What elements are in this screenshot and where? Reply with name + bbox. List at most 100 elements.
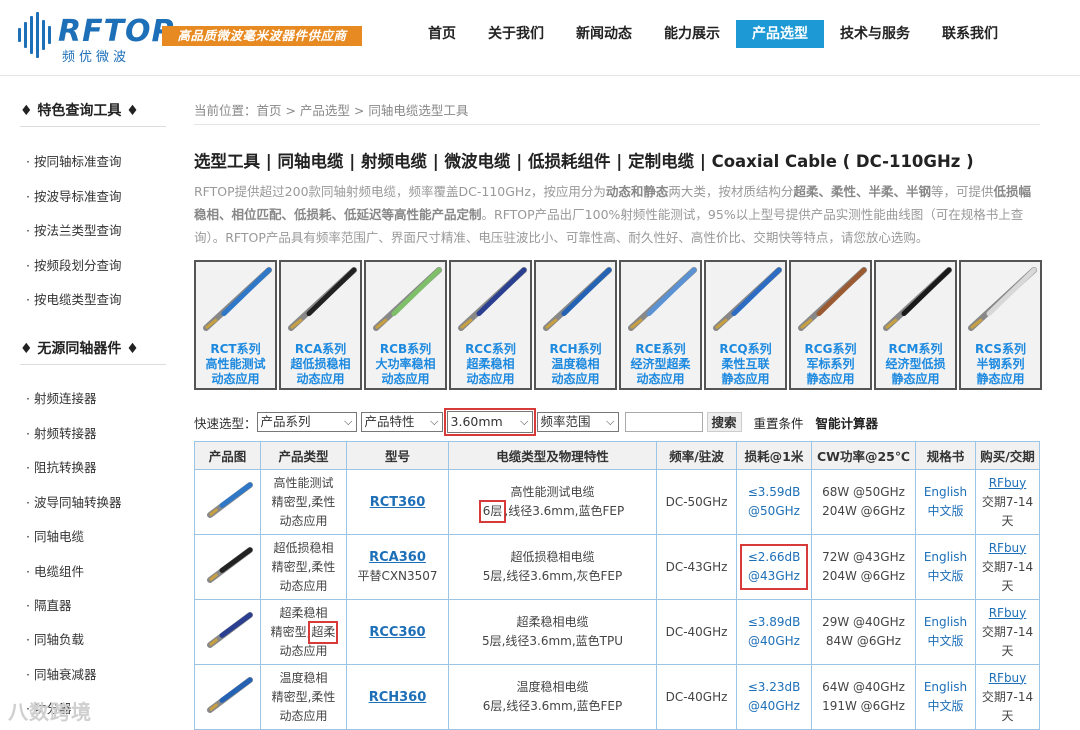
datasheet-english-link[interactable]: English [916, 483, 975, 502]
datasheet-chinese-link[interactable]: 中文版 [916, 567, 975, 586]
freq-cell: DC-40GHz [656, 664, 737, 730]
product-image-cell[interactable] [194, 664, 261, 730]
cable-desc-cell: 超低损稳相电缆 5层,线径3.6mm,灰色FEP [448, 534, 657, 600]
intro-paragraph: RFTOP提供超过200款同轴射频电缆，频率覆盖DC-110GHz，按应用分为动… [194, 184, 1031, 245]
sidebar-item-coax-cable[interactable]: · 同轴电缆 [26, 526, 84, 545]
sidebar-item-coax-attenuator[interactable]: · 同轴衰减器 [26, 664, 96, 683]
series-card[interactable]: RCG系列 军标系列 静态应用 [789, 260, 872, 390]
series-card[interactable]: RCM系列 经济型低损 静态应用 [874, 260, 957, 390]
datasheet-chinese-link[interactable]: 中文版 [916, 632, 975, 651]
chevron-down-icon: ⌵ [430, 415, 439, 428]
diameter-select[interactable]: 3.60mm ⌵ [443, 408, 536, 436]
datasheet-english-link[interactable]: English [916, 678, 975, 697]
series-card[interactable]: RCQ系列 柔性互联 静态应用 [704, 260, 787, 390]
sidebar-item-frequency-band[interactable]: · 按频段划分查询 [26, 255, 121, 274]
sidebar-item-rf-adapter[interactable]: · 射频转接器 [26, 423, 96, 442]
datasheet-english-link[interactable]: English [916, 548, 975, 567]
cable-desc-cell: 高性能测试电缆 6层 ,线径3.6mm,蓝色FEP [448, 469, 657, 535]
nav-about[interactable]: 关于我们 [472, 20, 560, 48]
calculator-link[interactable]: 智能计算器 [816, 413, 879, 432]
card-label: RCM系列 经济型低损 静态应用 [876, 342, 955, 387]
cable-thumbnail [206, 677, 253, 713]
series-card[interactable]: RCT系列 高性能测试 动态应用 [194, 260, 277, 390]
model-link[interactable]: RCC360 [369, 625, 425, 640]
card-application: 动态应用 [551, 372, 600, 386]
series-select[interactable]: 产品系列 ⌵ [256, 412, 357, 432]
cable-table: 产品图 产品类型 型号 电缆类型及物理特性 频率/驻波 损耗@1米 CW功率@2… [194, 441, 1040, 730]
search-input[interactable] [624, 412, 703, 432]
buy-cell: RFbuy 交期7-14 天 [975, 599, 1040, 665]
sidebar-item-cable-type[interactable]: · 按电缆类型查询 [26, 289, 121, 308]
power-cell: 29W @40GHz 84W @6GHz [811, 599, 916, 665]
sidebar-item-dc-block[interactable]: · 隔直器 [26, 595, 71, 614]
series-card[interactable]: RCH系列 温度稳相 动态应用 [534, 260, 617, 390]
card-application: 静态应用 [721, 372, 770, 386]
datasheet-english-link[interactable]: English [916, 613, 975, 632]
frequency-select[interactable]: 频率范围 ⌵ [536, 412, 619, 432]
rfbuy-link[interactable]: RFbuy [989, 671, 1027, 685]
feature-select[interactable]: 产品特性 ⌵ [360, 412, 443, 432]
card-series: RCG系列 [804, 342, 857, 356]
highlight-box: ≤2.66dB @43GHz [739, 544, 809, 590]
series-card[interactable]: RCS系列 半钢系列 静态应用 [959, 260, 1042, 390]
loss-cell: ≤3.59dB @50GHz [736, 469, 812, 535]
nav-contact[interactable]: 联系我们 [926, 20, 1014, 48]
cable-thumbnail [206, 612, 253, 648]
col-header: 型号 [346, 441, 449, 470]
card-series: RCT系列 [210, 342, 261, 356]
card-series: RCQ系列 [719, 342, 772, 356]
card-label: RCS系列 半钢系列 静态应用 [961, 342, 1040, 387]
rftop-logo[interactable]: RFTOP 频优微波 [18, 10, 174, 65]
nav-tech-service[interactable]: 技术与服务 [824, 20, 926, 48]
datasheet-chinese-link[interactable]: 中文版 [916, 502, 975, 521]
card-label: RCH系列 温度稳相 动态应用 [536, 342, 615, 387]
series-card[interactable]: RCC系列 超柔稳相 动态应用 [449, 260, 532, 390]
loss-cell: ≤2.66dB @43GHz [736, 534, 812, 600]
series-card[interactable]: RCE系列 经济型超柔 动态应用 [619, 260, 702, 390]
sidebar-item-coax-load[interactable]: · 同轴负载 [26, 629, 84, 648]
series-card[interactable]: RCB系列 大功率稳相 动态应用 [364, 260, 447, 390]
sidebar-item-coax-standard[interactable]: · 按同轴标准查询 [26, 151, 121, 170]
sidebar-section-passive-title: ♦ 无源同轴器件 ♦ [20, 341, 139, 357]
nav-news[interactable]: 新闻动态 [560, 20, 648, 48]
product-type-cell: 温度稳相 精密型,柔性 动态应用 [260, 664, 347, 730]
sidebar-item-flange-type[interactable]: · 按法兰类型查询 [26, 220, 121, 239]
col-header: 产品类型 [260, 441, 347, 470]
series-card[interactable]: RCA系列 超低损稳相 动态应用 [279, 260, 362, 390]
sidebar-item-rf-connector[interactable]: · 射频连接器 [26, 388, 96, 407]
main-nav: 首页 关于我们 新闻动态 能力展示 产品选型 技术与服务 联系我们 [412, 20, 1014, 48]
nav-capability[interactable]: 能力展示 [648, 20, 736, 48]
product-image-cell[interactable] [194, 469, 261, 535]
sidebar-item-waveguide-coax[interactable]: · 波导同轴转换器 [26, 492, 121, 511]
card-feature: 超低损稳相 [290, 357, 351, 371]
quick-filter-bar: 快速选型： 产品系列 ⌵ 产品特性 ⌵ 3.60mm ⌵ 频率范围 ⌵ 搜索 重置条件 … [194, 408, 890, 436]
model-link[interactable]: RCT360 [370, 495, 426, 510]
table-header-row: 产品图 产品类型 型号 电缆类型及物理特性 频率/驻波 损耗@1米 CW功率@2… [194, 441, 1040, 470]
rfbuy-link[interactable]: RFbuy [989, 476, 1027, 490]
model-link[interactable]: RCH360 [369, 690, 427, 705]
search-button[interactable]: 搜索 [706, 412, 742, 432]
cable-image [373, 267, 442, 331]
sidebar-item-impedance-converter[interactable]: · 阻抗转换器 [26, 457, 96, 476]
rfbuy-link[interactable]: RFbuy [989, 541, 1027, 555]
nav-home[interactable]: 首页 [412, 20, 472, 48]
card-series: RCC系列 [465, 342, 516, 356]
sidebar-item-waveguide-standard[interactable]: · 按波导标准查询 [26, 186, 121, 205]
rfbuy-link[interactable]: RFbuy [989, 606, 1027, 620]
power-cell: 72W @43GHz 204W @6GHz [811, 534, 916, 600]
card-label: RCA系列 超低损稳相 动态应用 [281, 342, 360, 387]
freq-cell: DC-50GHz [656, 469, 737, 535]
product-image-cell[interactable] [194, 599, 261, 665]
sidebar-section-tools-title: ♦ 特色查询工具 ♦ [20, 103, 139, 119]
datasheet-chinese-link[interactable]: 中文版 [916, 697, 975, 716]
card-feature: 军标系列 [806, 357, 855, 371]
cable-image [883, 267, 952, 331]
sidebar-item-cable-assembly[interactable]: · 电缆组件 [26, 561, 84, 580]
divider [194, 124, 1040, 125]
model-link[interactable]: RCA360 [369, 550, 426, 565]
product-image-cell[interactable] [194, 534, 261, 600]
reset-button[interactable]: 重置条件 [754, 413, 804, 432]
nav-product-selection[interactable]: 产品选型 [736, 20, 824, 48]
col-header: 产品图 [194, 441, 261, 470]
loss-cell: ≤3.23dB @40GHz [736, 664, 812, 730]
